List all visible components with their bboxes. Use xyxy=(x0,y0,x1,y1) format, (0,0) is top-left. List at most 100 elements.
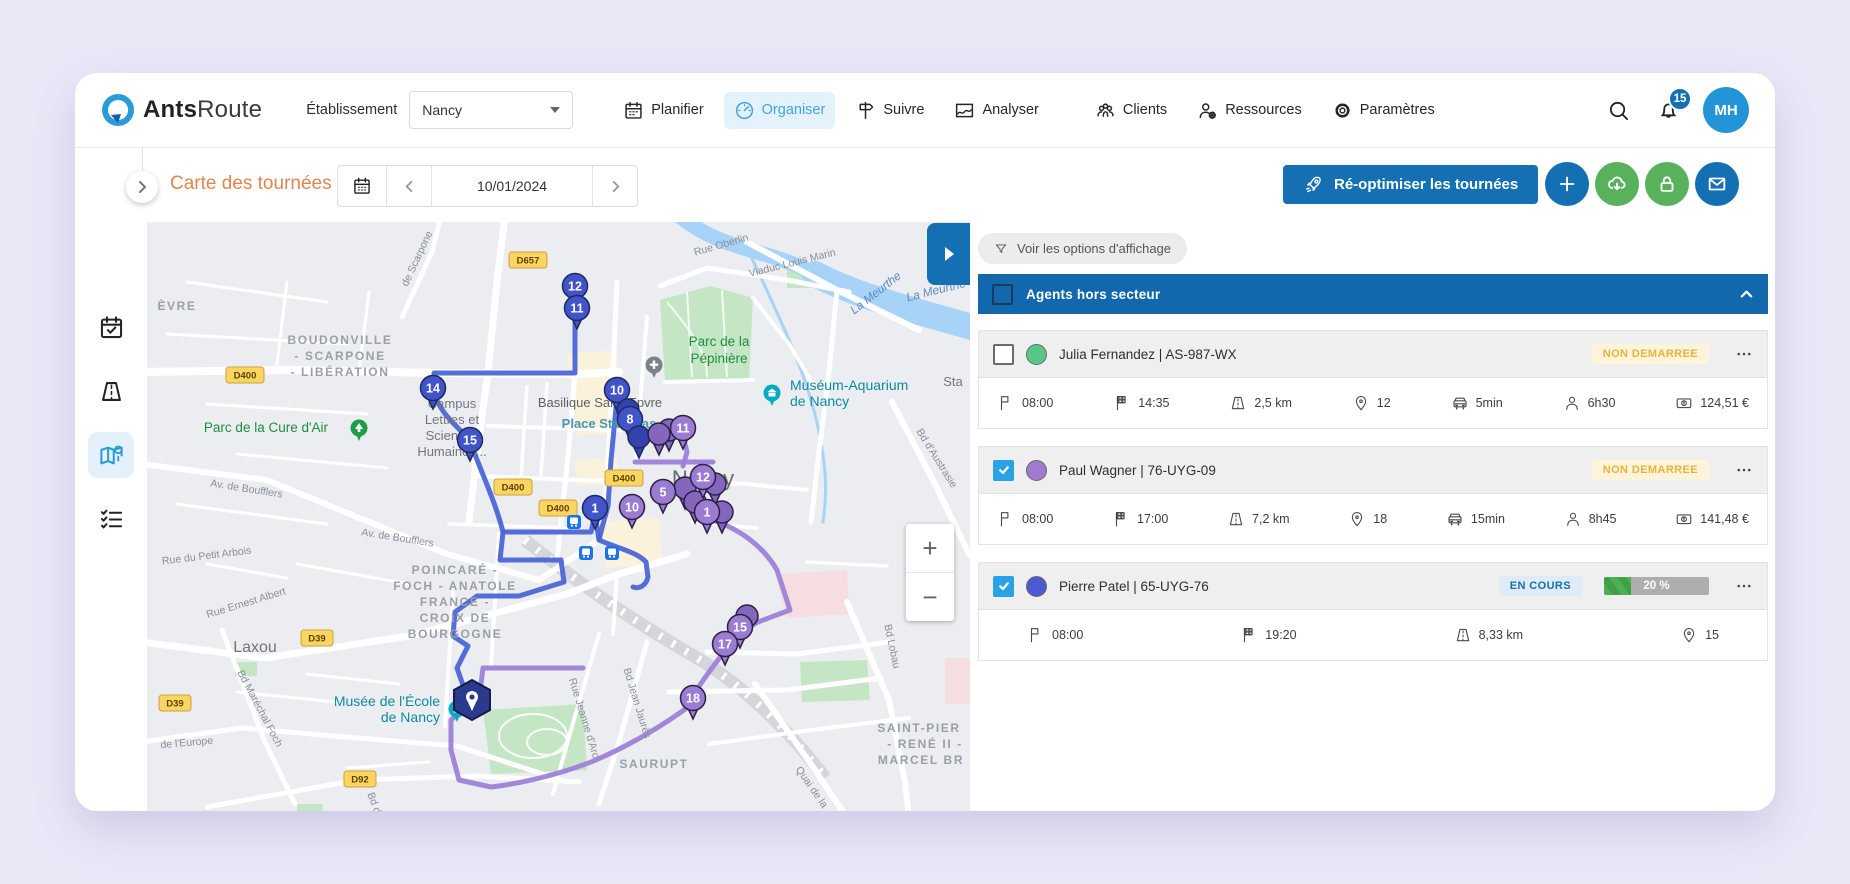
pin-icon xyxy=(1680,626,1698,644)
flag-icon xyxy=(1027,626,1045,644)
road-badge: D39 xyxy=(301,630,333,646)
group-title: Agents hors secteur xyxy=(1026,287,1160,302)
money-icon xyxy=(1675,510,1693,528)
agent-stats-row: 08:0019:208,33 km15 xyxy=(979,610,1767,660)
collapse-toggle-button[interactable] xyxy=(126,171,158,203)
road-icon xyxy=(1454,626,1472,644)
cloud-down-icon xyxy=(1606,173,1628,195)
stat-car: 15min xyxy=(1446,510,1505,528)
svg-text:D400: D400 xyxy=(234,371,257,382)
depot-marker[interactable] xyxy=(454,680,490,720)
agents-list: Julia Fernandez | AS-987-WXNON DEMARREE 0… xyxy=(978,330,1768,661)
stat-finish: 17:00 xyxy=(1112,510,1168,528)
map-container[interactable]: ÈVREBOUDONVILLE- SCARPONE- LIBÉRATIONPOI… xyxy=(147,222,970,811)
svg-text:12: 12 xyxy=(568,280,582,294)
nav-item-planifier[interactable]: Planifier xyxy=(613,92,713,129)
checklist-icon xyxy=(98,506,125,533)
road-badge: D400 xyxy=(226,367,264,383)
calendar-button[interactable] xyxy=(338,166,387,206)
svg-text:de Nancy: de Nancy xyxy=(381,709,440,725)
svg-text:1: 1 xyxy=(704,506,711,520)
agent-checkbox[interactable] xyxy=(993,576,1014,597)
calendar-icon xyxy=(352,176,372,196)
agent-header[interactable]: Julia Fernandez | AS-987-WXNON DEMARREE xyxy=(979,331,1767,378)
add-button[interactable] xyxy=(1545,162,1589,206)
agent-checkbox[interactable] xyxy=(993,460,1014,481)
agent-color-dot xyxy=(1026,344,1047,365)
search-button[interactable] xyxy=(1603,95,1633,125)
road-badge: D92 xyxy=(344,771,376,787)
stat-money: 141,48 € xyxy=(1675,510,1749,528)
svg-text:Parc de la: Parc de la xyxy=(689,334,750,349)
calendar-check-icon xyxy=(98,314,125,341)
calendar-icon xyxy=(623,100,644,121)
nav-item-ressources[interactable]: Ressources xyxy=(1187,92,1312,129)
road-icon xyxy=(98,378,125,405)
sidebar-item-routes[interactable] xyxy=(88,368,134,414)
stat-road: 7,2 km xyxy=(1227,510,1290,528)
svg-text:Sta: Sta xyxy=(943,374,963,389)
previous-day-button[interactable] xyxy=(387,166,432,206)
agent-card: Julia Fernandez | AS-987-WXNON DEMARREE0… xyxy=(978,330,1768,429)
status-badge: NON DEMARREE xyxy=(1592,344,1709,364)
svg-text:CROIX DE: CROIX DE xyxy=(420,611,491,625)
road-badge: D400 xyxy=(605,470,643,486)
person-gear-icon xyxy=(1197,100,1218,121)
agent-menu-button[interactable] xyxy=(1735,461,1753,479)
export-button[interactable] xyxy=(1595,162,1639,206)
agents-group-header[interactable]: Agents hors secteur xyxy=(978,274,1768,314)
sidebar-item-planning[interactable] xyxy=(88,304,134,350)
lock-icon xyxy=(1656,173,1678,195)
agent-header[interactable]: Pierre Patel | 65-UYG-76EN COURS20 % xyxy=(979,563,1767,610)
agents-panel: Voir les options d'affichage Agents hors… xyxy=(978,222,1768,811)
nav-item-parametres[interactable]: Paramètres xyxy=(1322,92,1445,129)
main-navigation: Planifier OrganiserSuivre Analyser Clients R… xyxy=(613,92,1444,129)
brand-logo[interactable]: AntsRoute xyxy=(101,93,262,127)
next-day-button[interactable] xyxy=(593,166,637,206)
svg-text:FOCH - ANATOLE: FOCH - ANATOLE xyxy=(393,579,517,593)
page-title: Carte des tournées xyxy=(170,173,332,195)
sidebar-item-map[interactable] xyxy=(88,432,134,478)
chart-icon xyxy=(954,100,975,121)
stat-flag: 08:00 xyxy=(1027,626,1083,644)
user-avatar[interactable]: MH xyxy=(1703,87,1749,133)
routes-map[interactable]: ÈVREBOUDONVILLE- SCARPONE- LIBÉRATIONPOI… xyxy=(147,222,970,811)
stat-flag: 08:00 xyxy=(997,510,1053,528)
group-checkbox[interactable] xyxy=(992,284,1013,305)
pin-icon xyxy=(1352,394,1370,412)
zoom-in-button[interactable]: + xyxy=(906,524,954,573)
lock-button[interactable] xyxy=(1645,162,1689,206)
stat-money: 124,51 € xyxy=(1675,394,1749,412)
agent-header[interactable]: Paul Wagner | 76-UYG-09NON DEMARREE xyxy=(979,447,1767,494)
svg-text:17: 17 xyxy=(718,638,732,652)
chevron-up-icon xyxy=(1739,287,1754,302)
stat-person: 6h30 xyxy=(1563,394,1616,412)
antsroute-logo-icon xyxy=(101,93,135,127)
status-badge: NON DEMARREE xyxy=(1592,460,1709,480)
finish-icon xyxy=(1113,394,1131,412)
agent-menu-button[interactable] xyxy=(1735,577,1753,595)
signpost-icon xyxy=(855,100,876,121)
nav-item-clients[interactable]: Clients xyxy=(1085,92,1177,129)
nav-item-organiser[interactable]: Organiser xyxy=(724,92,836,129)
zoom-out-button[interactable]: − xyxy=(906,573,954,621)
map-zoom-control: + − xyxy=(906,524,954,621)
svg-text:D400: D400 xyxy=(613,474,636,485)
agent-name: Pierre Patel | 65-UYG-76 xyxy=(1059,579,1209,594)
svg-text:BOUDONVILLE: BOUDONVILLE xyxy=(288,333,393,347)
establishment-select[interactable]: Nancy xyxy=(409,91,573,129)
display-options-button[interactable]: Voir les options d'affichage xyxy=(978,233,1187,264)
agent-checkbox[interactable] xyxy=(993,344,1014,365)
nav-item-suivre[interactable]: Suivre xyxy=(845,92,934,129)
mail-button[interactable] xyxy=(1695,162,1739,206)
svg-text:18: 18 xyxy=(686,692,700,706)
agent-menu-button[interactable] xyxy=(1735,345,1753,363)
nav-item-analyser[interactable]: Analyser xyxy=(944,92,1048,129)
agent-stats-row: 08:0014:352,5 km125min6h30124,51 € xyxy=(979,378,1767,428)
rocket-icon xyxy=(1303,174,1324,195)
sidebar-item-list[interactable] xyxy=(88,496,134,542)
reoptimize-button[interactable]: Ré-optimiser les tournées xyxy=(1283,165,1538,204)
notification-badge: 15 xyxy=(1668,87,1692,111)
notifications-button[interactable]: 15 xyxy=(1653,95,1683,125)
map-expand-button[interactable] xyxy=(927,223,970,285)
